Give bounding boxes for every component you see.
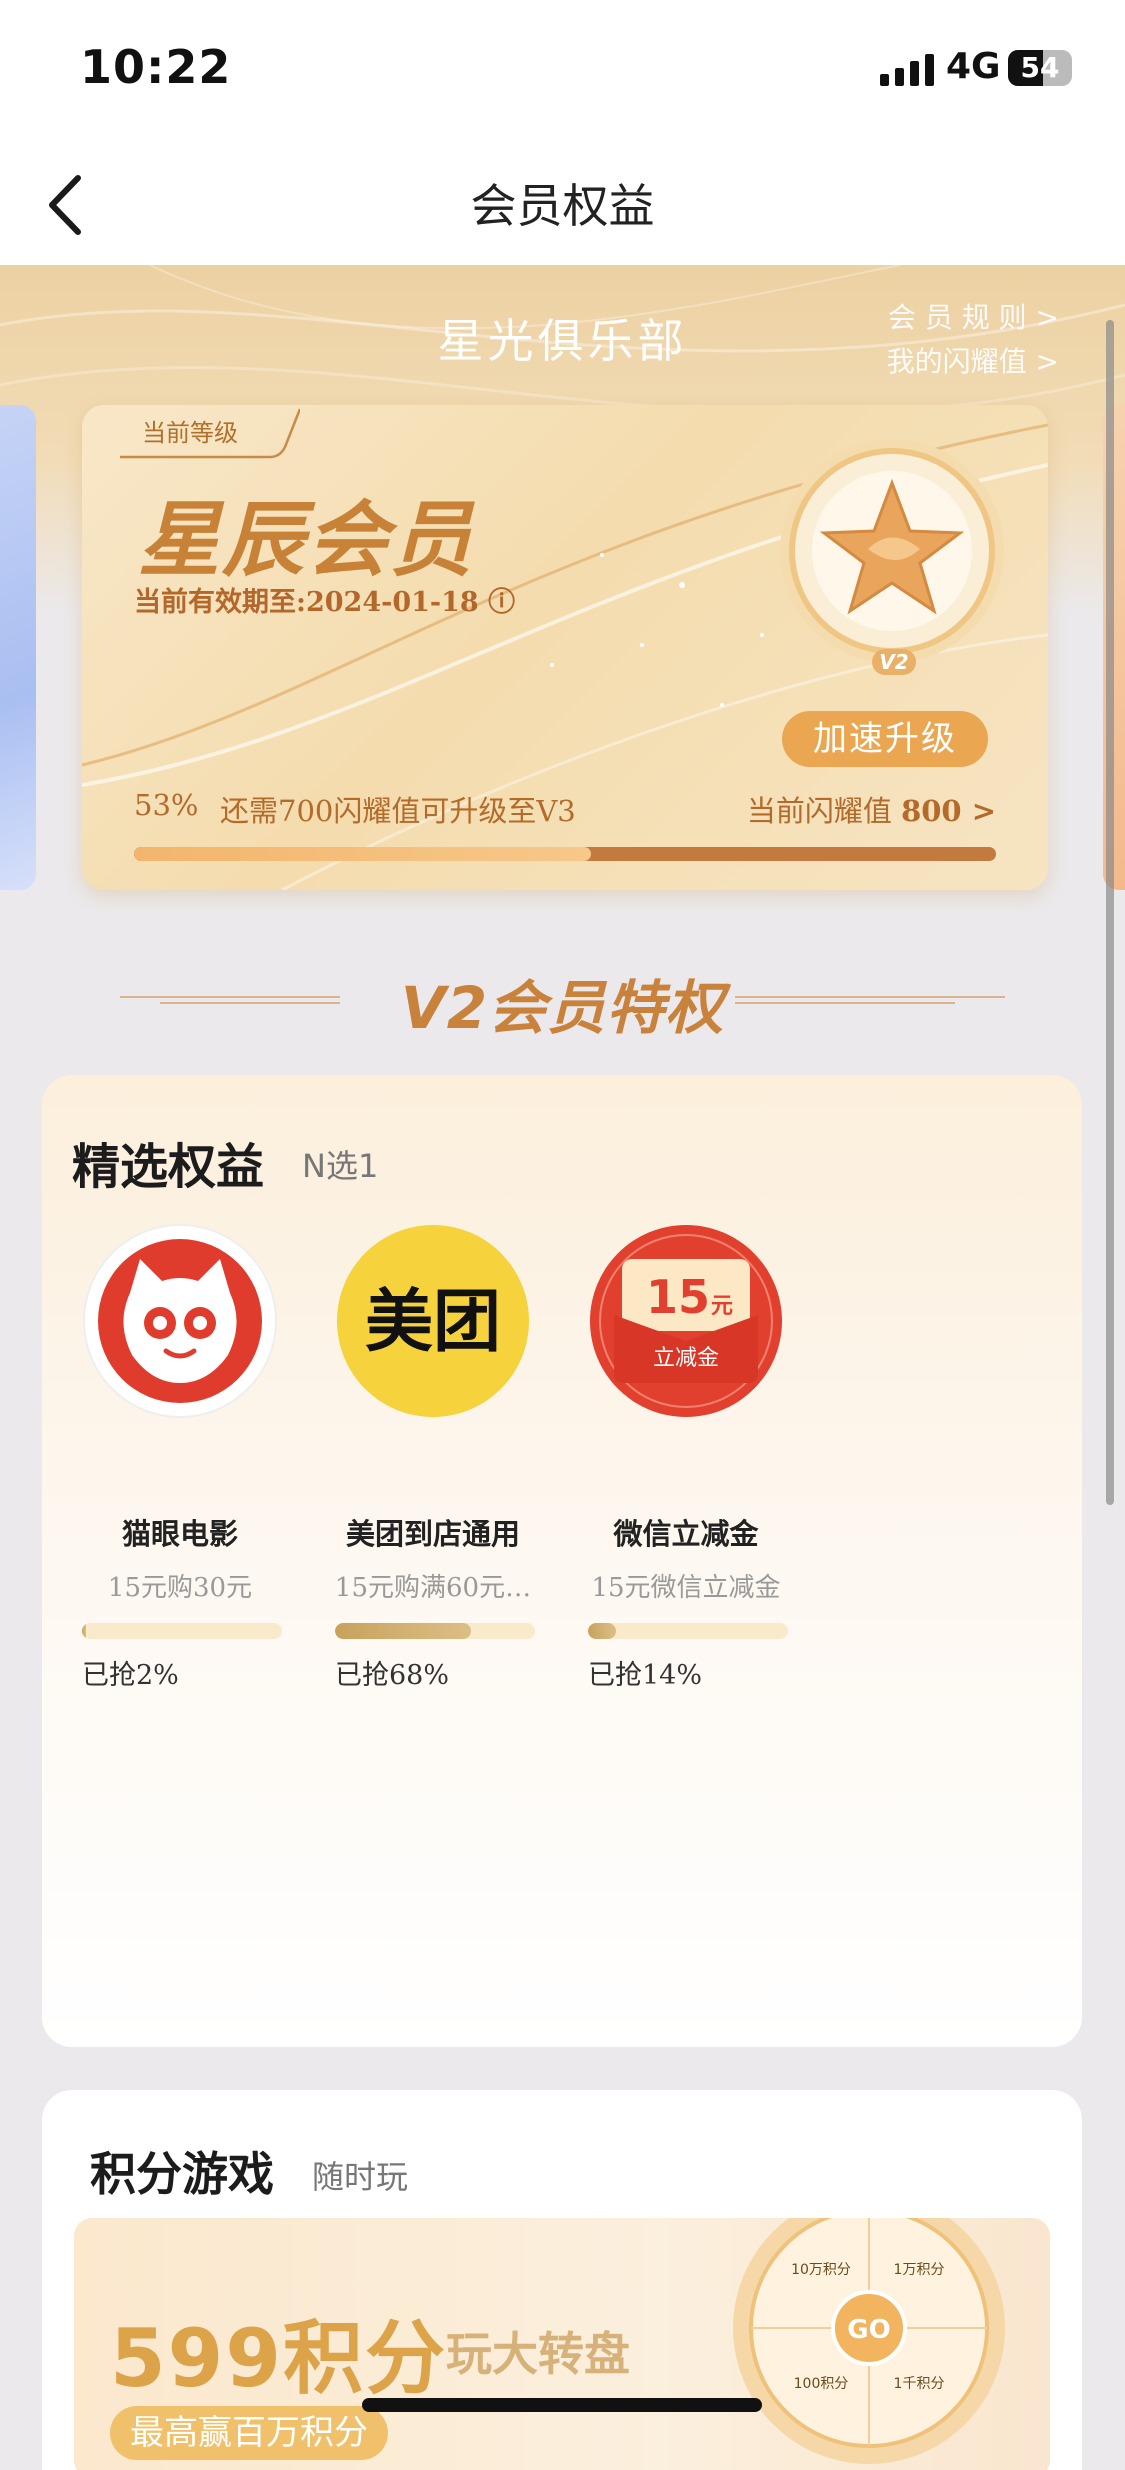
battery-level: 54 (1020, 51, 1060, 84)
benefit-name: 美团到店通用 (345, 1517, 520, 1551)
scrollbar[interactable] (1106, 320, 1114, 1505)
wechat-coupon-icon: 15 元 立减金 (590, 1225, 782, 1417)
svg-text:1千积分: 1千积分 (894, 2376, 945, 2392)
benefit-grabbed: 已抢14% (588, 1660, 703, 1691)
svg-text:元: 元 (711, 1294, 733, 1319)
benefits-subtitle: N选1 (302, 1147, 379, 1185)
valid-until: 当前有效期至:2024-01-18 ⓘ (134, 587, 516, 618)
svg-text:GO: GO (847, 2315, 890, 2345)
signal-icon (880, 52, 934, 86)
my-points-link[interactable]: 我的闪耀值 > (887, 340, 1059, 384)
benefit-progress-fill (82, 1623, 86, 1639)
upgrade-requirement: 还需700闪耀值可升级至V3 (220, 794, 576, 828)
privilege-header: V2会员特权 (0, 955, 1125, 1045)
level-badge: V2 (872, 649, 916, 675)
benefit-desc: 15元购满60元… (334, 1573, 532, 1603)
benefit-progress-bar (82, 1623, 282, 1639)
points-game-panel: 积分游戏 随时玩 599积分 玩大转盘 最高赢百万积分 1万积分 10万积分 1… (42, 2090, 1082, 2470)
prev-card-peek[interactable] (0, 405, 36, 890)
star-badge-icon (780, 439, 1004, 663)
current-level-tag: 当前等级 (120, 405, 300, 461)
svg-text:立减金: 立减金 (653, 1346, 719, 1371)
level-progress-bar (134, 847, 996, 861)
svg-text:15: 15 (646, 1270, 710, 1324)
benefit-desc: 15元微信立减金 (591, 1573, 781, 1603)
benefit-name: 猫眼电影 (121, 1517, 238, 1551)
current-points-link[interactable]: 当前闪耀值 800 > (747, 788, 996, 830)
benefit-progress-fill (335, 1623, 471, 1639)
speed-upgrade-button[interactable]: 加速升级 (782, 711, 988, 767)
selected-benefits-panel: 精选权益 N选1 猫眼电影 15元购30元 已抢2% 美团 美团到店通用 15元… (42, 1075, 1082, 2047)
svg-text:10万积分: 10万积分 (791, 2262, 851, 2278)
battery-icon: 54 (1008, 50, 1072, 86)
network-type: 4G (946, 46, 1001, 87)
benefit-grabbed: 已抢2% (82, 1660, 179, 1691)
benefit-progress-fill (588, 1623, 616, 1639)
game-subtitle: 随时玩 (312, 2158, 409, 2196)
member-card[interactable]: 当前等级 星辰会员 当前有效期至:2024-01-18 ⓘ V2 加速升级 53… (82, 405, 1048, 890)
benefit-name: 微信立减金 (613, 1517, 759, 1551)
svg-text:100积分: 100积分 (794, 2376, 849, 2392)
game-title: 积分游戏 (90, 2147, 274, 2201)
level-name: 星辰会员 (138, 492, 474, 588)
meituan-logo-icon: 美团 (337, 1225, 529, 1417)
banner-play-text: 玩大转盘 (446, 2327, 630, 2381)
banner-max-prize: 最高赢百万积分 (110, 2406, 388, 2460)
home-indicator[interactable] (362, 2398, 762, 2412)
benefit-progress-bar (335, 1623, 535, 1639)
benefit-progress-bar (588, 1623, 788, 1639)
svg-text:美团: 美团 (365, 1283, 501, 1362)
member-rules-link[interactable]: 会 员 规 则 > (887, 296, 1059, 340)
benefit-desc: 15元购30元 (107, 1573, 253, 1603)
nav-bar: 会员权益 (0, 140, 1125, 265)
progress-percent: 53% (134, 788, 199, 822)
maoyan-logo-icon (83, 1224, 277, 1418)
status-bar: 10:22 4G 54 (0, 0, 1125, 140)
wheel-game-banner[interactable]: 599积分 玩大转盘 最高赢百万积分 1万积分 10万积分 1千积分 100积分… (74, 2218, 1050, 2470)
svg-text:1万积分: 1万积分 (894, 2262, 945, 2278)
club-links: 会 员 规 则 > 我的闪耀值 > (887, 296, 1059, 384)
prize-wheel-icon: 1万积分 10万积分 1千积分 100积分 GO (733, 2218, 1005, 2464)
benefit-grabbed: 已抢68% (335, 1660, 450, 1691)
level-progress-fill (134, 847, 591, 861)
page-title: 会员权益 (470, 179, 655, 233)
status-time: 10:22 (80, 40, 232, 94)
benefits-title: 精选权益 (72, 1139, 265, 1195)
banner-points: 599积分 (110, 2312, 447, 2405)
